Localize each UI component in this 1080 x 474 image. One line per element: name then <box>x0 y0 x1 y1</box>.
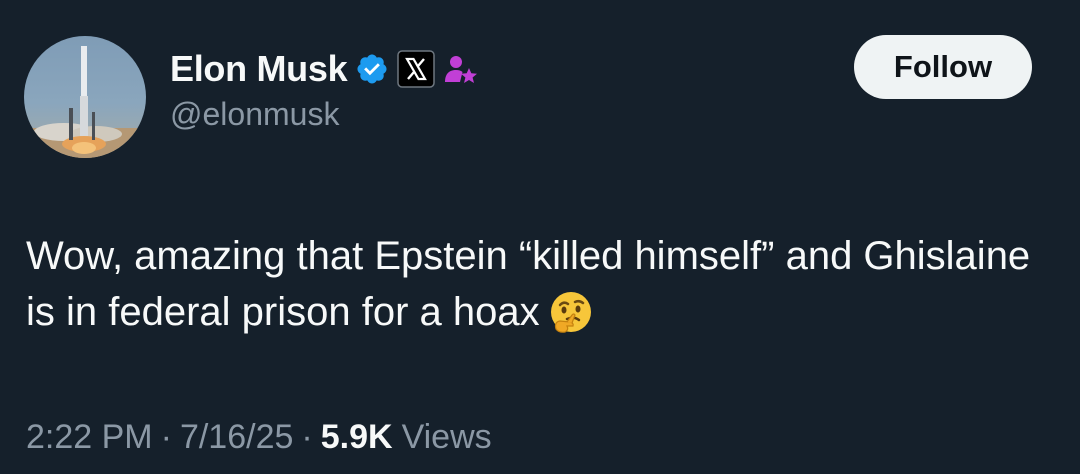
verified-badge-icon[interactable] <box>355 52 389 86</box>
author-name-row: Elon Musk <box>170 44 479 94</box>
avatar[interactable] <box>24 36 146 158</box>
meta-separator: · <box>301 418 313 456</box>
tweet-meta: 2:22 PM · 7/16/25 · 5.9K Views <box>26 418 492 457</box>
tweet-body: Wow, amazing that Epstein “killed himsel… <box>26 228 1066 350</box>
display-name[interactable]: Elon Musk <box>170 48 348 90</box>
tweet-date[interactable]: 7/16/25 <box>180 418 293 457</box>
thinking-face-icon <box>548 289 594 350</box>
x-affiliate-badge-icon[interactable] <box>397 50 436 88</box>
person-star-badge-icon[interactable] <box>443 51 479 87</box>
rocket-launch-image <box>24 46 146 158</box>
tweet-text: Wow, amazing that Epstein “killed himsel… <box>26 234 1031 334</box>
views-label: Views <box>401 418 492 456</box>
tweet-time[interactable]: 2:22 PM <box>26 418 153 457</box>
tweet-card: Elon Musk @elonmusk Follow Wow, amazing <box>0 0 1080 474</box>
user-handle[interactable]: @elonmusk <box>170 96 339 133</box>
follow-button[interactable]: Follow <box>854 35 1032 99</box>
meta-separator: · <box>160 418 172 456</box>
views-count[interactable]: 5.9K <box>321 418 393 457</box>
